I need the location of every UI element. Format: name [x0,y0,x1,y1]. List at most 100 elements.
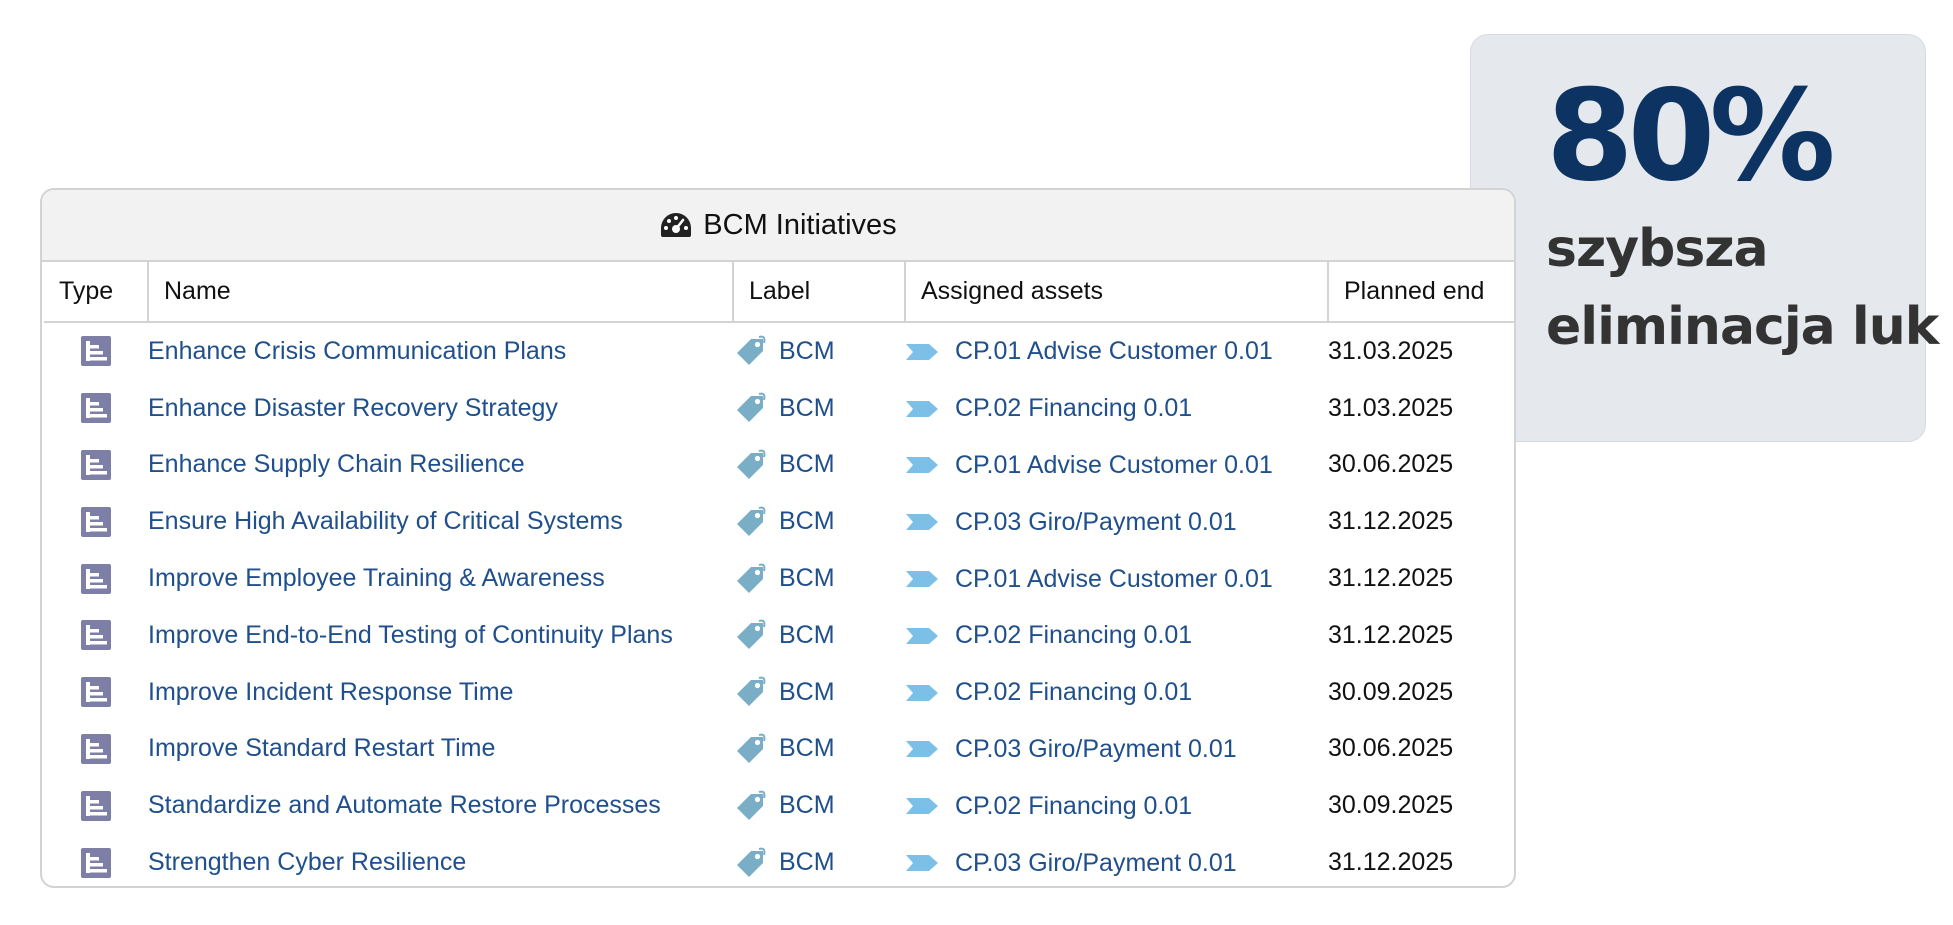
initiative-name-link[interactable]: Enhance Supply Chain Resilience [148,450,525,478]
initiative-name-link[interactable]: Enhance Disaster Recovery Strategy [148,394,558,422]
type-cell [44,380,148,437]
initiative-name-link[interactable]: Improve Incident Response Time [148,678,513,706]
type-cell [44,437,148,494]
label-link[interactable]: BCM [779,394,835,422]
table-row[interactable]: Improve Standard Restart Time BCM CP.03 … [44,721,1514,778]
table-row[interactable]: Enhance Supply Chain Resilience BCM CP.0… [44,437,1514,494]
assigned-asset-link[interactable]: CP.02 Financing 0.01 [955,678,1192,706]
table-header-row: Type Name Label Assigned assets Planned … [44,262,1514,323]
label-link[interactable]: BCM [779,678,835,706]
column-header-type[interactable]: Type [44,262,149,323]
tag-icon [737,620,766,650]
assigned-asset-link[interactable]: CP.03 Giro/Payment 0.01 [955,849,1237,877]
assigned-asset-link[interactable]: CP.01 Advise Customer 0.01 [955,565,1273,593]
initiative-name-link[interactable]: Improve Standard Restart Time [148,734,495,762]
stat-caption-line1: szybsza [1546,219,1769,279]
type-cell [44,834,148,886]
stat-caption: szybsza eliminacja luk [1546,210,1939,366]
planned-end-date: 31.03.2025 [1328,393,1454,422]
initiative-icon [81,790,111,821]
initiative-icon [81,449,111,480]
tag-icon [737,336,766,366]
label-link[interactable]: BCM [779,791,835,819]
type-cell [44,664,148,721]
table-row[interactable]: Improve End-to-End Testing of Continuity… [44,607,1514,664]
planned-end-date: 30.09.2025 [1328,791,1454,820]
type-cell [44,550,148,607]
assigned-asset-link[interactable]: CP.02 Financing 0.01 [955,394,1192,422]
table-row[interactable]: Standardize and Automate Restore Process… [44,777,1514,834]
type-cell [44,493,148,550]
table-row[interactable]: Improve Employee Training & Awareness BC… [44,550,1514,607]
stat-card: 80% szybsza eliminacja luk [1470,34,1939,442]
column-header-label[interactable]: Label [733,262,906,323]
label-link[interactable]: BCM [779,450,835,478]
assigned-asset-link[interactable]: CP.02 Financing 0.01 [955,621,1192,649]
capability-icon [906,855,938,872]
label-link[interactable]: BCM [779,507,835,535]
dashboard-gauge-icon [661,213,692,237]
capability-icon [906,571,938,588]
initiative-name-link[interactable]: Improve End-to-End Testing of Continuity… [148,621,673,649]
tag-icon [737,563,766,593]
initiative-name-link[interactable]: Standardize and Automate Restore Process… [148,791,661,819]
planned-end-date: 30.06.2025 [1328,734,1454,763]
assigned-asset-link[interactable]: CP.01 Advise Customer 0.01 [955,337,1273,365]
column-header-assigned-assets[interactable]: Assigned assets [905,262,1329,323]
label-link[interactable]: BCM [779,621,835,649]
initiative-icon [81,506,111,537]
initiative-name-link[interactable]: Strengthen Cyber Resilience [148,848,466,876]
label-link[interactable]: BCM [779,564,835,592]
initiative-icon [81,336,111,367]
table-row[interactable]: Enhance Disaster Recovery Strategy BCM C… [44,380,1514,437]
capability-icon [906,514,938,531]
assigned-asset-link[interactable]: CP.01 Advise Customer 0.01 [955,451,1273,479]
column-header-name[interactable]: Name [148,262,734,323]
assigned-asset-link[interactable]: CP.03 Giro/Payment 0.01 [955,508,1237,536]
tag-icon [737,449,766,479]
tag-icon [737,392,766,423]
assigned-asset-link[interactable]: CP.02 Financing 0.01 [955,792,1192,820]
initiative-name-link[interactable]: Improve Employee Training & Awareness [148,564,605,592]
initiative-icon [81,847,111,878]
capability-icon [906,684,938,701]
capability-icon [906,343,938,360]
initiative-name-link[interactable]: Ensure High Availability of Critical Sys… [148,507,623,535]
planned-end-date: 31.03.2025 [1328,336,1454,365]
type-cell [44,607,148,664]
stat-value: 80% [1546,62,1836,209]
tag-icon [737,506,766,536]
type-cell [44,721,148,778]
bcm-initiatives-widget: BCM Initiatives Type Name Label Assigned… [40,188,1516,888]
label-link[interactable]: BCM [779,337,835,365]
capability-icon [906,741,938,758]
label-link[interactable]: BCM [779,734,835,762]
capability-icon [906,457,938,474]
type-cell [44,777,148,834]
planned-end-date: 31.12.2025 [1328,507,1454,536]
planned-end-date: 30.09.2025 [1328,677,1454,706]
type-cell [44,322,148,380]
label-link[interactable]: BCM [779,848,835,876]
initiative-icon [81,393,111,424]
initiative-name-link[interactable]: Enhance Crisis Communication Plans [148,337,566,365]
table-row[interactable]: Ensure High Availability of Critical Sys… [44,493,1514,550]
table-row[interactable]: Improve Incident Response Time BCM CP.02… [44,664,1514,721]
table-row[interactable]: Strengthen Cyber Resilience BCM CP.03 Gi… [44,834,1514,886]
initiatives-table: Type Name Label Assigned assets Planned … [44,262,1514,886]
tag-icon [737,676,766,707]
planned-end-date: 30.06.2025 [1328,450,1454,479]
planned-end-date: 31.12.2025 [1328,564,1454,593]
initiative-icon [81,677,111,708]
widget-header: BCM Initiatives [42,190,1514,262]
widget-title: BCM Initiatives [703,208,897,241]
capability-icon [906,798,938,815]
initiative-icon [81,620,111,651]
tag-icon [737,790,766,820]
planned-end-date: 31.12.2025 [1328,848,1454,877]
capability-icon [906,400,938,417]
table-row[interactable]: Enhance Crisis Communication Plans BCM C… [44,322,1514,380]
assigned-asset-link[interactable]: CP.03 Giro/Payment 0.01 [955,735,1237,763]
column-header-planned-end[interactable]: Planned end [1328,262,1514,323]
initiative-icon [81,733,111,764]
